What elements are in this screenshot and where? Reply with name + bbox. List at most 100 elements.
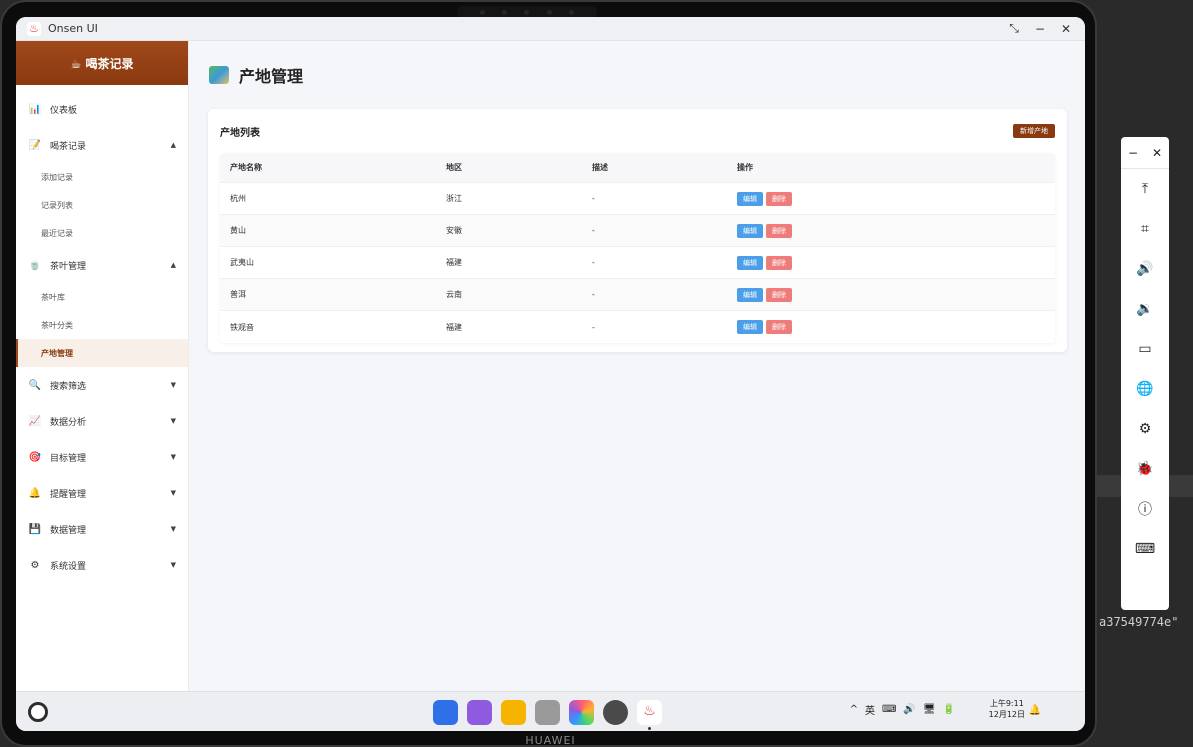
volume-up-icon[interactable]: 🔊	[1121, 249, 1169, 289]
volume-icon[interactable]: 🔊	[903, 704, 915, 715]
sidebar: ☕ 喝茶记录 📊 仪表板 📝 喝茶记录 ▲ 添加记录 记录列表 最近记录 🍵 茶…	[16, 41, 189, 691]
chevron-down-icon: ▼	[170, 525, 176, 533]
edit-button[interactable]: 编辑	[737, 191, 763, 206]
trash-icon[interactable]	[535, 700, 560, 725]
floating-toolbar: − ✕ ⤒ ⌗ 🔊 🔉 ▭ 🌐 ⚙ 🐞 ⓘ ⌨	[1121, 137, 1169, 610]
edit-button[interactable]: 编辑	[737, 287, 763, 302]
dock: ♨	[433, 700, 662, 730]
chevron-down-icon: ▼	[170, 561, 176, 569]
region-cell: 浙江	[446, 194, 462, 203]
keyboard-icon[interactable]: ⌨	[882, 704, 896, 715]
edit-button[interactable]: 编辑	[737, 320, 763, 334]
memo-icon: 📝	[28, 139, 42, 151]
minimize-toolbar-icon[interactable]: −	[1128, 146, 1138, 160]
edit-button[interactable]: 编辑	[737, 255, 763, 270]
sidebar-item-goal-manage[interactable]: 🎯 目标管理 ▼	[16, 439, 188, 475]
delete-button[interactable]: 删除	[766, 255, 792, 270]
table-row: 普洱 云南 - 编辑 删除	[220, 279, 1055, 311]
sidebar-item-data-manage[interactable]: 💾 数据管理 ▼	[16, 511, 188, 547]
origin-name-cell: 黄山	[230, 226, 246, 235]
clock[interactable]: 上午9:11 12月12日	[989, 698, 1025, 720]
delete-button[interactable]: 删除	[766, 191, 792, 206]
files-icon[interactable]	[501, 700, 526, 725]
description-cell: -	[592, 194, 595, 203]
settings-icon[interactable]: ⚙	[1121, 409, 1169, 449]
settings-icon[interactable]	[603, 700, 628, 725]
crop-icon[interactable]: ⌗	[1121, 209, 1169, 249]
minimize-button[interactable]: −	[1029, 20, 1051, 38]
column-header: 产地名称	[230, 163, 262, 172]
sidebar-subitem-tea-library[interactable]: 茶叶库	[16, 283, 188, 311]
edit-button[interactable]: 编辑	[737, 223, 763, 238]
sidebar-subitem-origin-manage[interactable]: 产地管理	[16, 339, 188, 367]
sidebar-subitem-add-record[interactable]: 添加记录	[16, 163, 188, 191]
dashboard-icon: 📊	[28, 103, 42, 115]
volume-down-icon[interactable]: 🔉	[1121, 289, 1169, 329]
table-header-row: 产地名称 地区 描述 操作	[220, 153, 1055, 183]
sidebar-item-reminder-manage[interactable]: 🔔 提醒管理 ▼	[16, 475, 188, 511]
gallery-icon[interactable]	[569, 700, 594, 725]
chevron-up-icon: ▲	[170, 261, 176, 269]
restore-button[interactable]: ⤡	[1003, 20, 1025, 38]
sidebar-subitem-recent-records[interactable]: 最近记录	[16, 219, 188, 247]
input-method-icon[interactable]: 英	[865, 702, 875, 717]
sidebar-item-label: 搜索筛选	[50, 381, 87, 392]
delete-button[interactable]: 删除	[766, 223, 792, 238]
sidebar-item-search-filter[interactable]: 🔍 搜索筛选 ▼	[16, 367, 188, 403]
start-button[interactable]	[28, 702, 48, 722]
main-content: 产地管理 产地列表 新增产地 产地名称 地区 描述 操作 杭州 浙江 - 编辑 …	[189, 41, 1085, 691]
sidebar-item-label: 茶叶管理	[50, 261, 87, 272]
origin-list-card: 产地列表 新增产地 产地名称 地区 描述 操作 杭州 浙江 - 编辑 删除 黄山…	[208, 109, 1067, 352]
chevron-up-icon[interactable]: ^	[850, 704, 858, 715]
sidebar-item-data-analysis[interactable]: 📈 数据分析 ▼	[16, 403, 188, 439]
sidebar-item-system-settings[interactable]: ⚙ 系统设置 ▼	[16, 547, 188, 583]
multitask-icon[interactable]	[467, 700, 492, 725]
notification-bell-icon[interactable]: 🔔	[1029, 705, 1041, 716]
table-row: 杭州 浙江 - 编辑 删除	[220, 183, 1055, 215]
chevron-down-icon: ▼	[170, 417, 176, 425]
chevron-down-icon: ▼	[170, 453, 176, 461]
table-row: 武夷山 福建 - 编辑 删除	[220, 247, 1055, 279]
add-origin-button[interactable]: 新增产地	[1013, 124, 1055, 138]
sidebar-item-label: 喝茶记录	[50, 141, 87, 152]
onsen-app-icon[interactable]: ♨	[637, 700, 662, 730]
onsen-logo-icon: ♨	[27, 21, 41, 36]
description-cell: -	[592, 258, 595, 267]
sidebar-item-tea-records[interactable]: 📝 喝茶记录 ▲	[16, 127, 188, 163]
origin-name-cell: 普洱	[230, 290, 246, 299]
display-icon[interactable]: 🖥	[923, 704, 936, 715]
sidebar-item-label: 提醒管理	[50, 489, 87, 500]
delete-button[interactable]: 删除	[766, 287, 792, 302]
region-cell: 福建	[446, 258, 462, 267]
app-grid-icon[interactable]	[433, 700, 458, 725]
battery-icon[interactable]: 🔋	[943, 704, 955, 715]
globe-icon[interactable]: 🌐	[1121, 369, 1169, 409]
taskbar: ♨ ^ 英 ⌨ 🔊 🖥 🔋 上午9:11 12月12日 🔔	[16, 691, 1085, 731]
sidebar-subitem-record-list[interactable]: 记录列表	[16, 191, 188, 219]
close-toolbar-icon[interactable]: ✕	[1152, 146, 1162, 160]
origin-table: 产地名称 地区 描述 操作 杭州 浙江 - 编辑 删除 黄山 安徽 - 编辑 删…	[220, 153, 1055, 343]
sidebar-item-label: 系统设置	[50, 561, 87, 572]
origin-name-cell: 杭州	[230, 194, 246, 203]
bug-icon[interactable]: 🐞	[1121, 449, 1169, 489]
delete-button[interactable]: 删除	[766, 320, 792, 334]
floppy-disk-icon: 💾	[28, 523, 42, 535]
gear-icon: ⚙	[30, 559, 40, 571]
sidebar-item-tea-manage[interactable]: 🍵 茶叶管理 ▲	[16, 247, 188, 283]
bell-icon: 🔔	[28, 487, 42, 499]
sidebar-item-dashboard[interactable]: 📊 仪表板	[16, 91, 188, 127]
sidebar-subitem-tea-category[interactable]: 茶叶分类	[16, 311, 188, 339]
info-icon[interactable]: ⓘ	[1121, 489, 1169, 529]
description-cell: -	[592, 290, 595, 299]
tea-cup-icon: 🍵	[28, 259, 42, 271]
close-button[interactable]: ✕	[1055, 20, 1077, 38]
page-title: 产地管理	[239, 67, 304, 86]
upload-icon[interactable]: ⤒	[1121, 169, 1169, 209]
keyboard-icon[interactable]: ⌨	[1121, 529, 1169, 569]
battery-icon[interactable]: ▭	[1121, 329, 1169, 369]
card-title: 产地列表	[220, 127, 260, 139]
description-cell: -	[592, 322, 595, 332]
chart-up-icon: 📈	[28, 415, 42, 427]
search-icon: 🔍	[28, 379, 42, 391]
region-cell: 福建	[446, 322, 462, 332]
